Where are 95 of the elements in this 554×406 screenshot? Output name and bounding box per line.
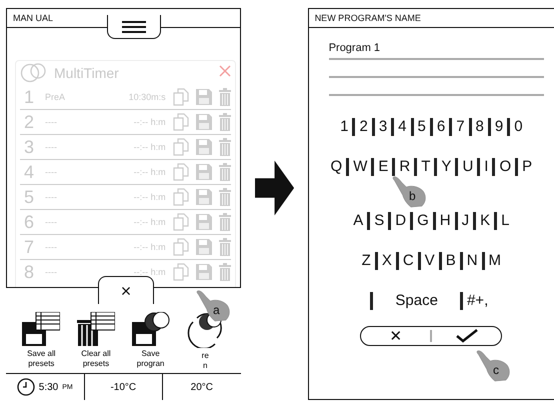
preset-name: ---- [45, 192, 58, 202]
keyboard-key[interactable]: B [438, 252, 460, 270]
copy-icon[interactable] [172, 138, 189, 156]
step-label: c [493, 364, 499, 377]
preset-name: ---- [45, 242, 58, 252]
trash-icon[interactable] [218, 113, 231, 131]
preset-name: ---- [45, 167, 58, 177]
keyboard-key[interactable]: N [460, 252, 482, 270]
step-label: b [409, 190, 416, 203]
keyboard-key[interactable]: H [432, 212, 455, 230]
keyboard-key[interactable]: Z [358, 252, 375, 270]
keyboard-key[interactable]: K [473, 212, 494, 230]
timer-icon [20, 63, 48, 83]
temperature: 20°C [190, 382, 213, 392]
screen-title: MAN UAL [13, 13, 54, 23]
keyboard-key[interactable]: V [418, 252, 439, 270]
arrow-icon [254, 160, 294, 216]
keyboard-key[interactable]: I [477, 158, 492, 176]
keyboard-key[interactable]: U [455, 158, 478, 176]
close-icon[interactable] [218, 65, 231, 77]
save-icon[interactable] [196, 164, 212, 180]
keyboard-key[interactable]: L [494, 212, 514, 230]
step-label: a [213, 304, 220, 317]
pointing-hand-drawing [196, 290, 232, 322]
keyboard-key[interactable]: 0 [507, 118, 527, 136]
trash-icon[interactable] [218, 263, 231, 281]
save-icon[interactable] [196, 239, 212, 255]
name-field[interactable]: Program 1 [328, 38, 544, 60]
save-list-icon[interactable] [22, 312, 60, 346]
action-label: Save all presets [27, 349, 56, 369]
save-icon[interactable] [196, 139, 212, 155]
trash-icon[interactable] [218, 238, 231, 256]
copy-icon[interactable] [172, 238, 189, 256]
keyboard-key[interactable]: D [388, 212, 410, 230]
action-label: re n [202, 351, 209, 371]
checkmark-icon [456, 329, 478, 343]
preset-name: ---- [45, 267, 58, 277]
keyboard-key[interactable]: E [371, 158, 392, 176]
cancel-button[interactable]: ✕ [361, 327, 430, 345]
keyboard-key[interactable]: Q [326, 158, 346, 176]
keyboard-key[interactable]: C [396, 252, 418, 270]
close-button[interactable]: × [116, 282, 136, 300]
space-key[interactable]: Space [370, 292, 460, 310]
keyboard-key[interactable]: 2 [352, 118, 372, 136]
keyboard-key[interactable]: A [349, 212, 368, 230]
menu-button[interactable] [107, 15, 161, 39]
keyboard-key[interactable]: S [367, 212, 388, 230]
trash-icon[interactable] [218, 163, 231, 181]
keyboard-key[interactable]: J [454, 212, 474, 230]
keyboard-key[interactable]: O [492, 158, 516, 176]
screen-title: NEW PROGRAM'S NAME [314, 13, 421, 23]
keyboard-key[interactable]: X [374, 252, 396, 270]
trash-icon[interactable] [218, 188, 231, 206]
clock-time: 5:30 [38, 382, 58, 392]
keyboard-key[interactable]: T [414, 158, 434, 176]
clock-icon [16, 378, 35, 396]
menu-icon [122, 20, 146, 32]
action-label: Save progran [136, 349, 164, 369]
keyboard-key[interactable]: 9 [488, 118, 508, 136]
keyboard-key[interactable]: Y [434, 158, 456, 176]
keyboard-key[interactable]: 5 [410, 118, 430, 136]
save-icon[interactable] [196, 114, 212, 130]
save-icon[interactable] [196, 264, 212, 280]
keyboard-key[interactable]: 7 [449, 118, 469, 136]
pointing-hand-drawing [476, 350, 512, 382]
save-icon[interactable] [196, 189, 212, 205]
trash-list-icon[interactable] [76, 312, 115, 346]
preset-name: ---- [45, 117, 58, 127]
keyboard-key[interactable]: G [410, 212, 433, 230]
keyboard-key[interactable]: 1 [336, 118, 352, 136]
keyboard-key[interactable]: P [515, 158, 536, 176]
copy-icon[interactable] [172, 88, 189, 106]
trash-icon[interactable] [218, 88, 231, 106]
preset-name: ---- [45, 217, 58, 227]
keyboard-key[interactable]: 4 [391, 118, 410, 136]
copy-icon[interactable] [172, 263, 189, 281]
pointing-hand-drawing [392, 176, 428, 208]
trash-icon[interactable] [218, 138, 231, 156]
keyboard-key[interactable]: M [482, 252, 506, 270]
copy-icon[interactable] [172, 163, 189, 181]
keyboard-key[interactable]: 8 [468, 118, 488, 136]
action-label: Clear all presets [81, 349, 111, 369]
temperature: -10°C [110, 382, 136, 392]
symbols-key[interactable]: #+, [460, 292, 492, 310]
save-icon[interactable] [196, 214, 212, 230]
copy-icon[interactable] [172, 188, 189, 206]
copy-icon[interactable] [172, 213, 189, 231]
preset-name: ---- [45, 142, 58, 152]
keyboard-key[interactable]: W [346, 158, 372, 176]
copy-icon[interactable] [172, 113, 189, 131]
trash-icon[interactable] [218, 213, 231, 231]
keyboard-key[interactable]: 3 [372, 118, 392, 136]
save-timer-icon[interactable] [132, 312, 170, 346]
keyboard-key[interactable]: 6 [430, 118, 450, 136]
save-icon[interactable] [196, 89, 212, 105]
